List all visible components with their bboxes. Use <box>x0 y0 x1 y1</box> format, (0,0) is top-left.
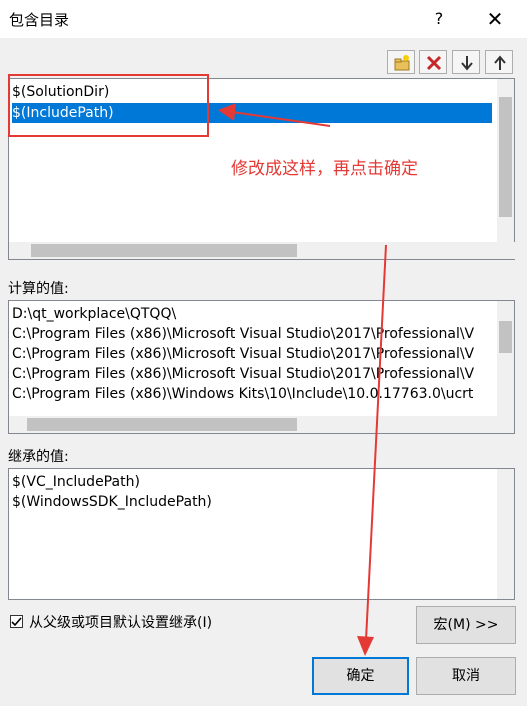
annotation-arrow-line <box>231 111 331 127</box>
annotation-arrowhead <box>357 636 374 656</box>
annotation-arrows <box>218 103 387 656</box>
annotation-arrow-line <box>365 244 387 641</box>
annotation-arrowhead <box>218 103 236 121</box>
